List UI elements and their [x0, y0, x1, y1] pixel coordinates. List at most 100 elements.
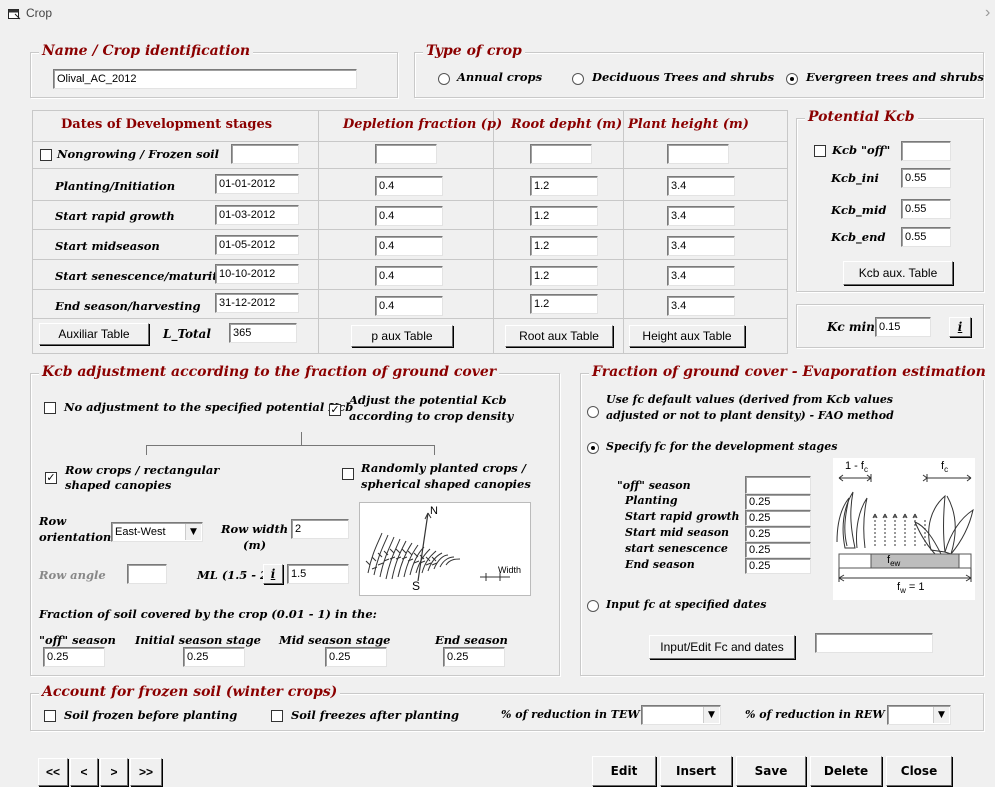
radio-annual[interactable] [438, 73, 450, 85]
chevron-down-icon[interactable]: ▼ [933, 707, 949, 723]
nav-last-button[interactable]: >> [130, 758, 162, 786]
stage-p-rapid[interactable]: 0.4 [375, 206, 443, 226]
stage-height-senescence[interactable]: 3.4 [667, 266, 735, 286]
off-season-input[interactable]: 0.25 [43, 647, 105, 667]
root-aux-table-button[interactable]: Root aux Table [505, 325, 613, 347]
stage-root-planting[interactable]: 1.2 [530, 176, 598, 196]
stage-root-senescence[interactable]: 1.2 [530, 266, 598, 286]
delete-button[interactable]: Delete [810, 756, 882, 786]
tew-select[interactable]: ▼ [641, 705, 721, 725]
stage-root-rapid[interactable]: 1.2 [530, 206, 598, 226]
stage-p-planting[interactable]: 0.4 [375, 176, 443, 196]
tew-label: % of reduction in TEW [501, 708, 640, 721]
nongrowing-p-input[interactable] [375, 144, 437, 164]
fc-default-label-1: Use fc default values (derived from Kcb … [606, 393, 894, 406]
stage-root-midseason[interactable]: 1.2 [530, 236, 598, 256]
mid-stage-input[interactable]: 0.25 [325, 647, 387, 667]
row-orientation-label-2: orientation [39, 530, 112, 544]
stage-root-end[interactable]: 1.2 [530, 294, 598, 314]
chevron-down-icon[interactable]: ▼ [703, 707, 719, 723]
radio-fc-dates[interactable] [587, 600, 599, 612]
window-close-icon[interactable]: › [985, 4, 990, 22]
kcb-aux-table-button[interactable]: Kcb aux. Table [843, 261, 953, 285]
stage-height-end[interactable]: 3.4 [667, 296, 735, 316]
kcb-ini-input[interactable]: 0.55 [901, 168, 951, 188]
fc-stage-input-rapid[interactable]: 0.25 [745, 510, 811, 526]
stage-date-rapid[interactable]: 01-03-2012 [215, 205, 299, 225]
radio-fc-default[interactable] [587, 406, 599, 418]
frozen-before-checkbox[interactable] [44, 710, 56, 722]
chevron-down-icon[interactable]: ▼ [185, 524, 201, 540]
kcb-mid-input[interactable]: 0.55 [901, 199, 951, 219]
frozen-after-checkbox[interactable] [271, 710, 283, 722]
l-total-input[interactable]: 365 [229, 323, 297, 343]
no-adjust-checkbox[interactable] [44, 402, 56, 414]
row-crops-figure: N S Width [359, 502, 531, 596]
end-stage-input[interactable]: 0.25 [443, 647, 505, 667]
rew-select[interactable]: ▼ [887, 705, 951, 725]
adjust-density-label-2: according to crop density [349, 409, 514, 423]
kcb-off-input[interactable] [901, 141, 951, 161]
stage-date-planting[interactable]: 01-01-2012 [215, 174, 299, 194]
fc-stage-input-planting[interactable]: 0.25 [745, 494, 811, 510]
edit-button[interactable]: Edit [592, 756, 656, 786]
nav-prev-button[interactable]: < [70, 758, 98, 786]
stage-p-midseason[interactable]: 0.4 [375, 236, 443, 256]
fraction-cover-group: Fraction of ground cover - Evaporation e… [580, 364, 989, 676]
nongrowing-checkbox[interactable] [40, 149, 52, 161]
stage-date-senescence[interactable]: 10-10-2012 [215, 264, 299, 284]
fc-dates-input[interactable] [815, 633, 933, 653]
row-width-input[interactable]: 2 [291, 519, 349, 539]
fc-stage-input-senescence[interactable]: 0.25 [745, 542, 811, 558]
stage-date-midseason[interactable]: 01-05-2012 [215, 235, 299, 255]
row-crops-checkbox[interactable]: ✓ [45, 472, 57, 484]
input-edit-fc-button[interactable]: Input/Edit Fc and dates [649, 635, 795, 659]
row-width-label-2: (m) [243, 538, 267, 552]
random-crops-label-1: Randomly planted crops / [361, 461, 526, 475]
off-season-label: "off" season [39, 633, 116, 647]
row-orientation-select[interactable]: East-West ▼ [111, 522, 203, 542]
fc-stage-input-off[interactable] [745, 476, 811, 494]
end-stage-label: End season [435, 633, 508, 647]
random-crops-checkbox[interactable] [342, 468, 354, 480]
nav-next-button[interactable]: > [100, 758, 128, 786]
radio-deciduous[interactable] [572, 73, 584, 85]
p-aux-table-button[interactable]: p aux Table [351, 325, 453, 347]
stage-height-midseason[interactable]: 3.4 [667, 236, 735, 256]
stage-p-end[interactable]: 0.4 [375, 296, 443, 316]
crop-name-input[interactable]: Olival_AC_2012 [53, 69, 357, 89]
nongrowing-height-input[interactable] [667, 144, 729, 164]
stage-height-rapid[interactable]: 3.4 [667, 206, 735, 226]
height-aux-table-button[interactable]: Height aux Table [629, 325, 745, 347]
save-button[interactable]: Save [736, 756, 806, 786]
adjust-density-label-1: Adjust the potential Kcb [349, 393, 507, 407]
stage-p-senescence[interactable]: 0.4 [375, 266, 443, 286]
ml-input[interactable]: 1.5 [287, 564, 349, 584]
potential-kcb-group: Potential Kcb Kcb "off" Kcb_ini 0.55 Kcb… [796, 109, 984, 292]
close-button[interactable]: Close [886, 756, 952, 786]
row-angle-input[interactable] [127, 564, 167, 584]
fc-stage-input-end[interactable]: 0.25 [745, 558, 811, 574]
kcb-end-input[interactable]: 0.55 [901, 227, 951, 247]
fc-stage-label-end: End season [625, 558, 695, 571]
rew-label: % of reduction in REW [745, 708, 885, 721]
stage-date-end[interactable]: 31-12-2012 [215, 293, 299, 313]
fc-stage-input-mid[interactable]: 0.25 [745, 526, 811, 542]
adjust-density-checkbox[interactable]: ✓ [329, 404, 341, 416]
window-icon [8, 8, 21, 23]
insert-button[interactable]: Insert [660, 756, 732, 786]
nav-first-button[interactable]: << [38, 758, 68, 786]
fig-fw-label: fw = 1 [897, 581, 925, 596]
radio-fc-specify[interactable] [587, 442, 599, 454]
radio-evergreen[interactable] [786, 73, 798, 85]
kcb-off-checkbox[interactable] [814, 145, 826, 157]
initial-stage-input[interactable]: 0.25 [183, 647, 245, 667]
ml-info-button[interactable]: i [263, 564, 283, 584]
nongrowing-date-input[interactable] [231, 144, 299, 164]
nongrowing-root-input[interactable] [530, 144, 592, 164]
row-crops-label-2: shaped canopies [65, 478, 172, 492]
auxiliar-table-button[interactable]: Auxiliar Table [39, 323, 149, 345]
kc-min-info-button[interactable]: i [949, 317, 971, 337]
kc-min-input[interactable]: 0.15 [875, 317, 931, 337]
stage-height-planting[interactable]: 3.4 [667, 176, 735, 196]
